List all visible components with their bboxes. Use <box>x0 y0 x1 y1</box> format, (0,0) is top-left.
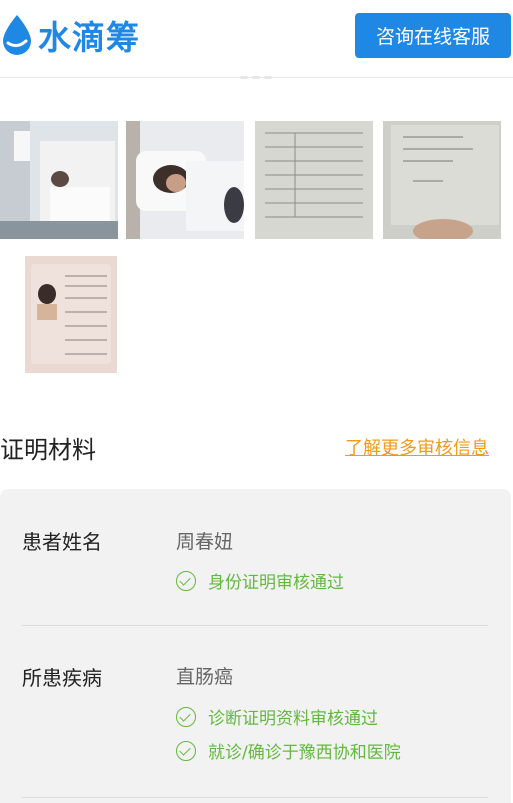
diagnosis-verified-text: 诊断证明资料审核通过 <box>208 709 378 729</box>
consult-online-service-button[interactable]: 咨询在线客服 <box>355 13 511 58</box>
check-circle-icon <box>176 570 196 591</box>
check-circle-icon <box>176 706 196 727</box>
patient-in-bed-photo[interactable] <box>126 121 244 239</box>
diagnosis-verified-status: 诊断证明资料审核通过 <box>176 704 378 729</box>
carousel-indicator <box>238 76 274 80</box>
logo[interactable]: 水滴筹 <box>0 10 140 60</box>
medical-document-photo[interactable] <box>255 121 373 239</box>
disease-value: 直肠癌 <box>176 666 234 688</box>
learn-more-review-link[interactable]: 了解更多审核信息 <box>345 434 489 460</box>
row-divider <box>22 625 488 626</box>
proof-materials-title: 证明材料 <box>0 436 96 464</box>
patient-name-label: 患者姓名 <box>22 530 102 554</box>
hospital-verified-status: 就诊/确诊于豫西协和医院 <box>176 738 401 763</box>
id-card-photo[interactable] <box>25 256 117 373</box>
logo-text: 水滴筹 <box>38 18 140 57</box>
disease-label: 所患疾病 <box>22 666 102 690</box>
hospital-verified-text: 就诊/确诊于豫西协和医院 <box>208 743 401 763</box>
row-divider <box>22 797 488 798</box>
water-drop-icon <box>3 15 31 55</box>
patient-name-value: 周春妞 <box>176 531 234 553</box>
identity-verified-text: 身份证明审核通过 <box>208 573 344 593</box>
hospital-bed-photo[interactable] <box>0 121 118 239</box>
identity-verified-status: 身份证明审核通过 <box>176 568 344 593</box>
check-circle-icon <box>176 740 196 761</box>
top-header: 水滴筹 咨询在线客服 <box>0 0 513 78</box>
medical-record-photo[interactable] <box>383 121 501 239</box>
proof-card: 患者姓名 周春妞 身份证明审核通过 所患疾病 直肠癌 诊断证明资料审核通过 就诊… <box>0 489 511 803</box>
